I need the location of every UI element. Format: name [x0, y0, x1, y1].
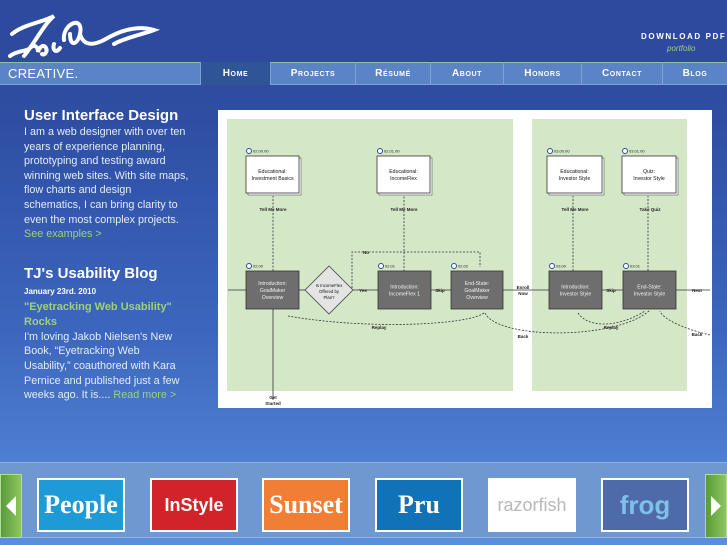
- flowchart-image: 02.00.00Educational:Investment Basics02.…: [218, 110, 712, 408]
- download-pdf-link[interactable]: DOWNLOAD PDF: [641, 32, 727, 41]
- edit-icon: [451, 263, 457, 269]
- nav-projects[interactable]: Projects: [270, 62, 355, 85]
- client-logo-frog[interactable]: frog: [601, 478, 689, 532]
- tagline: CREATIVE.: [8, 66, 79, 81]
- node-label: Investor Style: [634, 292, 666, 298]
- nav-contact[interactable]: Contact: [581, 62, 662, 85]
- intro-title: User Interface Design: [24, 107, 179, 124]
- node-label: Introduction:: [561, 285, 590, 291]
- nav-about[interactable]: About: [430, 62, 503, 85]
- label-tell-me-more: Tell Me More: [260, 207, 287, 212]
- arrow-right-icon: [711, 496, 721, 516]
- client-logo-instyle[interactable]: InStyle: [150, 478, 238, 532]
- nav-honors[interactable]: Honors: [503, 62, 581, 85]
- label-started: Started: [265, 401, 281, 406]
- node-label: End-State:: [637, 285, 662, 291]
- label-back: Back: [692, 332, 703, 337]
- edit-icon: [377, 148, 383, 154]
- label-back: Back: [518, 334, 529, 339]
- sidebar: User Interface Design I am a web designe…: [24, 106, 189, 403]
- edit-icon: [246, 148, 252, 154]
- label-yes: Yes: [359, 288, 367, 293]
- read-more-link[interactable]: Read more >: [113, 389, 176, 401]
- edit-icon: [246, 263, 252, 269]
- intro-body: I am a web designer with over ten years …: [24, 125, 189, 242]
- label-replay: Replay: [372, 325, 387, 330]
- portfolio-link[interactable]: portfolio: [667, 44, 695, 53]
- intro-text: I am a web designer with over ten years …: [24, 126, 189, 226]
- node-id: 03.00.00: [554, 149, 570, 154]
- edit-icon: [622, 148, 628, 154]
- logo[interactable]: [4, 4, 164, 62]
- node-label: Educational:: [560, 169, 589, 175]
- client-logo-text: Sunset: [269, 490, 343, 519]
- node-label: Introduction:: [258, 281, 287, 287]
- node-id: 02.01: [385, 264, 396, 269]
- label-replay: Replay: [604, 325, 619, 330]
- node-label: Investment Basics: [251, 176, 293, 182]
- label-get: Get: [269, 395, 277, 400]
- label-enroll: Enroll: [517, 285, 530, 290]
- node-id: 02.02: [458, 264, 469, 269]
- node-label: Introduction:: [390, 285, 419, 291]
- node-label: GoalMaker: [464, 288, 490, 294]
- edit-icon: [549, 263, 555, 269]
- node-label: Overview: [466, 295, 488, 301]
- node-id: 02.01.00: [384, 149, 400, 154]
- client-logo-text: razorfish: [497, 494, 567, 515]
- blog-post-title[interactable]: "Eyetracking Web Usability" Rocks: [24, 300, 189, 330]
- node-id: 03.00: [556, 264, 567, 269]
- edit-icon: [623, 263, 629, 269]
- client-logo-people[interactable]: People: [37, 478, 125, 532]
- node-label: GoalMaker: [260, 288, 286, 294]
- label-no: No: [363, 250, 369, 255]
- see-examples-link[interactable]: See examples >: [24, 228, 102, 240]
- client-logo-razorfish[interactable]: razorfish: [488, 478, 576, 532]
- edit-icon: [547, 148, 553, 154]
- node-label: Overview: [262, 295, 284, 301]
- blog-title: TJ's Usability Blog: [24, 264, 158, 282]
- label-tell-me-more: Tell Me More: [391, 207, 418, 212]
- node-id: 03.01.00: [629, 149, 645, 154]
- node-id: 02.00: [253, 264, 264, 269]
- node-id: 03.01: [630, 264, 641, 269]
- nav-resume[interactable]: Résumé: [355, 62, 430, 85]
- blog-excerpt: I'm loving Jakob Nielsen's New Book, “Ey…: [24, 330, 189, 403]
- node-label: Quiz:: [643, 169, 655, 175]
- node-label: End-State:: [465, 281, 490, 287]
- carousel-next-button[interactable]: [705, 474, 727, 538]
- node-label: Educational:: [258, 169, 287, 175]
- node-label: IncomeFlex 1: [389, 292, 420, 298]
- node-label: Investor Style: [633, 176, 665, 182]
- arrow-left-icon: [6, 496, 16, 516]
- label-take-quiz: Take Quiz: [640, 207, 662, 212]
- blog-date: January 23rd. 2010: [24, 286, 97, 296]
- edit-icon: [378, 263, 384, 269]
- label-next: Next: [692, 288, 702, 293]
- node-label: Educational:: [389, 169, 418, 175]
- client-logo-text: Pru: [398, 490, 440, 519]
- label-skip: Skip: [606, 288, 616, 293]
- node-id: 02.00.00: [253, 149, 269, 154]
- node-label: IncomeFlex: [390, 176, 417, 182]
- label-skip: Skip: [435, 288, 445, 293]
- carousel-prev-button[interactable]: [0, 474, 22, 538]
- client-logo-text: InStyle: [164, 494, 224, 515]
- client-logo-text: People: [44, 490, 118, 519]
- label-now: Now: [518, 291, 528, 296]
- nav-home[interactable]: Home: [200, 62, 270, 85]
- client-logo-text: frog: [619, 489, 671, 520]
- node-label: Investor Style: [560, 292, 592, 298]
- node-label: Investor Style: [559, 176, 591, 182]
- client-logo-sunset[interactable]: Sunset: [262, 478, 350, 532]
- label-tell-me-more: Tell Me More: [562, 207, 589, 212]
- client-logo-pru[interactable]: Pru: [375, 478, 463, 532]
- nav-blog[interactable]: Blog: [662, 62, 727, 85]
